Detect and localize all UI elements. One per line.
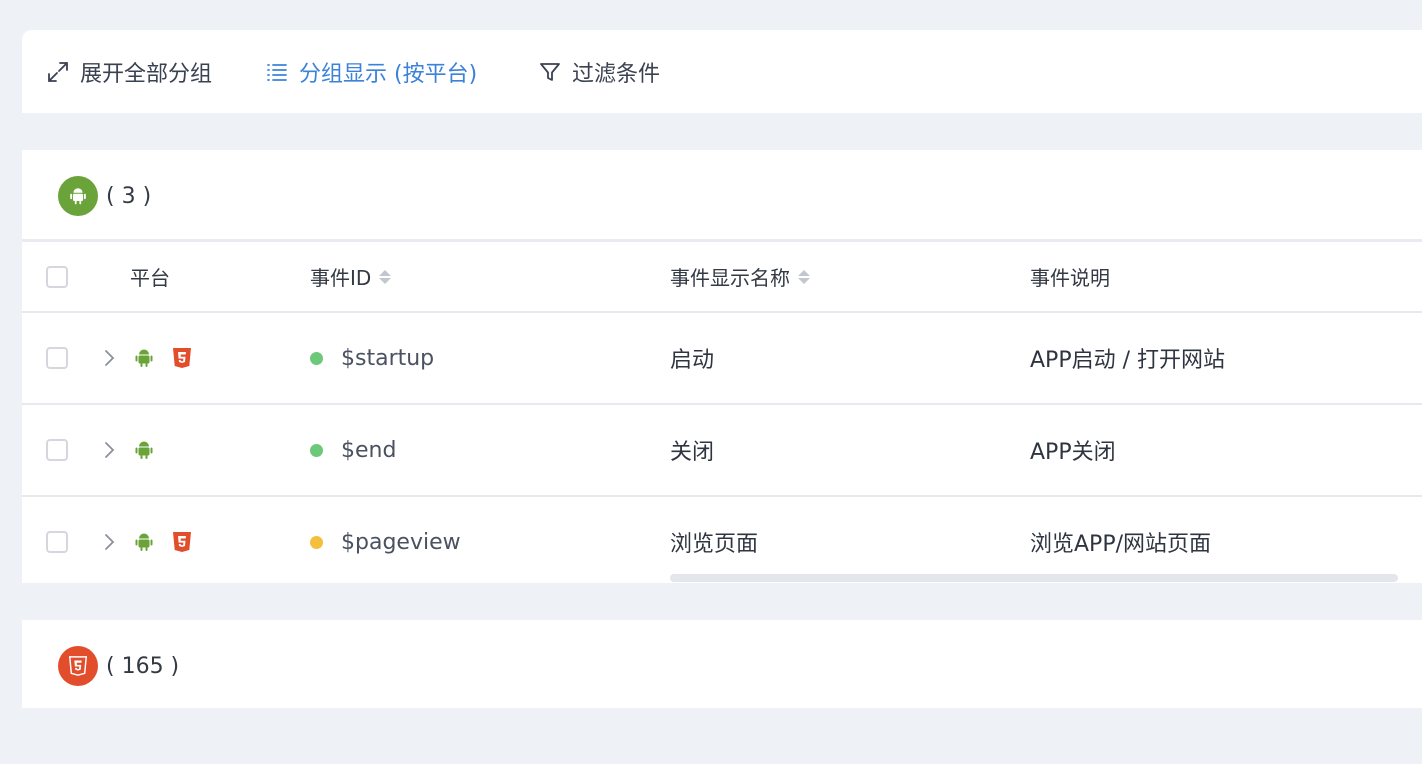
expand-all-groups-label: 展开全部分组 — [80, 61, 213, 87]
column-header-display-name: 事件显示名称 — [670, 266, 790, 290]
events-table: 平台 事件ID 事件显示名称 事件说明 $startup 启动 APP启动 / … — [22, 239, 1422, 587]
event-id: $pageview — [341, 529, 461, 555]
expand-row-chevron-right-icon[interactable] — [102, 313, 116, 403]
event-display-name: 关闭 — [670, 440, 715, 465]
android-icon — [135, 533, 153, 551]
status-dot — [310, 351, 323, 365]
sort-icon[interactable] — [798, 269, 810, 284]
column-header-platform: 平台 — [130, 266, 170, 290]
expand-row-chevron-right-icon[interactable] — [102, 497, 116, 587]
expand-icon — [48, 61, 68, 82]
event-id: $end — [341, 437, 397, 463]
group-by-platform-button[interactable]: 分组显示 (按平台) — [265, 56, 477, 88]
status-dot — [310, 443, 323, 457]
filter-conditions-label: 过滤条件 — [572, 61, 661, 87]
column-header-description: 事件说明 — [1030, 266, 1110, 290]
expand-all-groups-button[interactable]: 展开全部分组 — [46, 56, 212, 88]
html5-icon — [173, 348, 191, 368]
table-header-row: 平台 事件ID 事件显示名称 事件说明 — [22, 242, 1422, 313]
list-icon — [267, 63, 287, 81]
table-row[interactable]: $end 关闭 APP关闭 — [22, 405, 1422, 497]
column-header-event-id: 事件ID — [310, 266, 372, 290]
android-badge-icon — [58, 176, 98, 216]
event-display-name: 浏览页面 — [670, 532, 759, 557]
expand-row-chevron-right-icon[interactable] — [102, 405, 116, 495]
sort-icon[interactable] — [379, 269, 392, 284]
group-count: ( 165 ) — [106, 653, 180, 679]
row-checkbox[interactable] — [46, 531, 68, 553]
status-dot — [310, 535, 323, 549]
filter-conditions-button[interactable]: 过滤条件 — [538, 56, 660, 88]
filter-icon — [540, 62, 560, 81]
platform-group-android: ( 3 ) 平台 事件ID 事件显示名称 事件说明 $startup 启动 AP… — [22, 150, 1422, 583]
group-by-platform-label: 分组显示 (按平台) — [299, 61, 478, 87]
android-icon — [135, 441, 153, 459]
group-count: ( 3 ) — [106, 183, 152, 209]
horizontal-scrollbar[interactable] — [670, 574, 1398, 582]
android-icon — [135, 349, 153, 367]
platform-group-html5: ( 165 ) — [22, 620, 1422, 708]
event-id: $startup — [341, 345, 435, 371]
row-checkbox[interactable] — [46, 439, 68, 461]
row-checkbox[interactable] — [46, 347, 68, 369]
event-description: APP关闭 — [1030, 440, 1116, 465]
html5-badge-icon — [58, 646, 98, 686]
group-header[interactable]: ( 165 ) — [58, 646, 179, 686]
group-header[interactable]: ( 3 ) — [58, 176, 151, 216]
toolbar: 展开全部分组 分组显示 (按平台) 过滤条件 — [22, 30, 1422, 113]
event-display-name: 启动 — [670, 348, 715, 373]
table-row[interactable]: $startup 启动 APP启动 / 打开网站 — [22, 313, 1422, 405]
html5-icon — [173, 532, 191, 552]
event-description: 浏览APP/网站页面 — [1030, 532, 1211, 557]
select-all-checkbox[interactable] — [46, 265, 68, 288]
event-description: APP启动 / 打开网站 — [1030, 348, 1225, 373]
